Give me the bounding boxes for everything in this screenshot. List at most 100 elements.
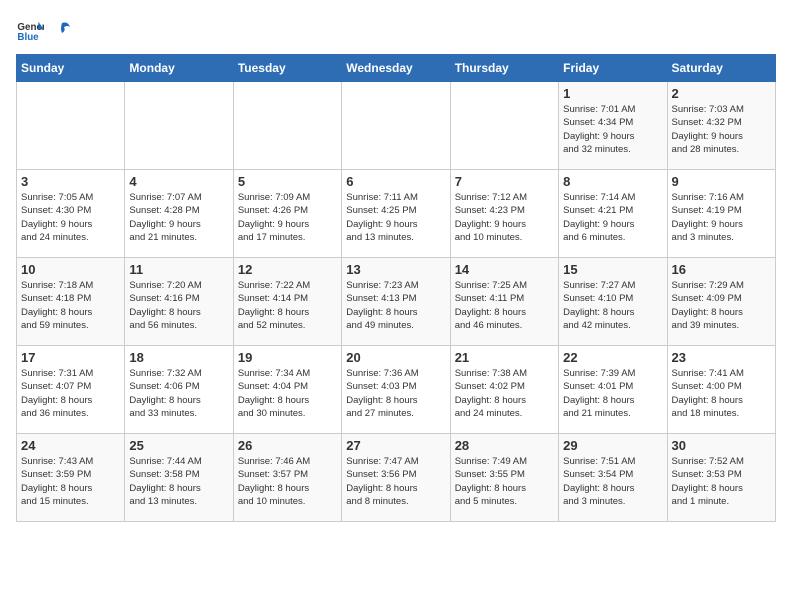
day-number: 8 [563, 174, 662, 189]
day-detail: Sunrise: 7:31 AM Sunset: 4:07 PM Dayligh… [21, 367, 120, 420]
calendar-table: SundayMondayTuesdayWednesdayThursdayFrid… [16, 54, 776, 522]
col-header-friday: Friday [559, 55, 667, 82]
day-number: 27 [346, 438, 445, 453]
day-number: 18 [129, 350, 228, 365]
col-header-sunday: Sunday [17, 55, 125, 82]
day-cell: 8 Sunrise: 7:14 AM Sunset: 4:21 PM Daylig… [559, 170, 667, 258]
day-number: 15 [563, 262, 662, 277]
day-detail: Sunrise: 7:07 AM Sunset: 4:28 PM Dayligh… [129, 191, 228, 244]
day-detail: Sunrise: 7:52 AM Sunset: 3:53 PM Dayligh… [672, 455, 771, 508]
day-number: 5 [238, 174, 337, 189]
day-cell: 25 Sunrise: 7:44 AM Sunset: 3:58 PM Dayli… [125, 434, 233, 522]
day-cell: 3 Sunrise: 7:05 AM Sunset: 4:30 PM Daylig… [17, 170, 125, 258]
day-cell: 15 Sunrise: 7:27 AM Sunset: 4:10 PM Dayli… [559, 258, 667, 346]
day-detail: Sunrise: 7:27 AM Sunset: 4:10 PM Dayligh… [563, 279, 662, 332]
day-cell: 19 Sunrise: 7:34 AM Sunset: 4:04 PM Dayli… [233, 346, 341, 434]
day-cell: 1Sunrise: 7:01 AM Sunset: 4:34 PM Daylig… [559, 82, 667, 170]
day-detail: Sunrise: 7:03 AM Sunset: 4:32 PM Dayligh… [672, 103, 771, 156]
day-number: 9 [672, 174, 771, 189]
col-header-monday: Monday [125, 55, 233, 82]
day-detail: Sunrise: 7:29 AM Sunset: 4:09 PM Dayligh… [672, 279, 771, 332]
day-number: 21 [455, 350, 554, 365]
day-cell: 4 Sunrise: 7:07 AM Sunset: 4:28 PM Daylig… [125, 170, 233, 258]
day-detail: Sunrise: 7:01 AM Sunset: 4:34 PM Dayligh… [563, 103, 662, 156]
header: General Blue [16, 16, 776, 44]
day-cell [125, 82, 233, 170]
day-number: 24 [21, 438, 120, 453]
day-cell: 21Sunrise: 7:38 AM Sunset: 4:02 PM Dayli… [450, 346, 558, 434]
day-number: 6 [346, 174, 445, 189]
week-row-1: 1Sunrise: 7:01 AM Sunset: 4:34 PM Daylig… [17, 82, 776, 170]
day-cell [233, 82, 341, 170]
day-number: 11 [129, 262, 228, 277]
day-number: 20 [346, 350, 445, 365]
day-cell [17, 82, 125, 170]
day-number: 4 [129, 174, 228, 189]
day-detail: Sunrise: 7:20 AM Sunset: 4:16 PM Dayligh… [129, 279, 228, 332]
header-row: SundayMondayTuesdayWednesdayThursdayFrid… [17, 55, 776, 82]
day-detail: Sunrise: 7:05 AM Sunset: 4:30 PM Dayligh… [21, 191, 120, 244]
day-number: 7 [455, 174, 554, 189]
week-row-3: 10 Sunrise: 7:18 AM Sunset: 4:18 PM Dayli… [17, 258, 776, 346]
day-number: 13 [346, 262, 445, 277]
day-detail: Sunrise: 7:39 AM Sunset: 4:01 PM Dayligh… [563, 367, 662, 420]
day-number: 3 [21, 174, 120, 189]
day-cell [450, 82, 558, 170]
day-detail: Sunrise: 7:25 AM Sunset: 4:11 PM Dayligh… [455, 279, 554, 332]
day-cell: 20 Sunrise: 7:36 AM Sunset: 4:03 PM Dayli… [342, 346, 450, 434]
day-number: 28 [455, 438, 554, 453]
day-detail: Sunrise: 7:23 AM Sunset: 4:13 PM Dayligh… [346, 279, 445, 332]
day-cell: 13 Sunrise: 7:23 AM Sunset: 4:13 PM Dayli… [342, 258, 450, 346]
day-cell: 5 Sunrise: 7:09 AM Sunset: 4:26 PM Daylig… [233, 170, 341, 258]
day-cell: 7 Sunrise: 7:12 AM Sunset: 4:23 PM Daylig… [450, 170, 558, 258]
day-number: 16 [672, 262, 771, 277]
day-cell: 26 Sunrise: 7:46 AM Sunset: 3:57 PM Dayli… [233, 434, 341, 522]
day-detail: Sunrise: 7:11 AM Sunset: 4:25 PM Dayligh… [346, 191, 445, 244]
day-cell: 9 Sunrise: 7:16 AM Sunset: 4:19 PM Daylig… [667, 170, 775, 258]
day-cell: 24 Sunrise: 7:43 AM Sunset: 3:59 PM Dayli… [17, 434, 125, 522]
day-cell: 14 Sunrise: 7:25 AM Sunset: 4:11 PM Dayli… [450, 258, 558, 346]
day-detail: Sunrise: 7:43 AM Sunset: 3:59 PM Dayligh… [21, 455, 120, 508]
day-cell: 29Sunrise: 7:51 AM Sunset: 3:54 PM Dayli… [559, 434, 667, 522]
day-detail: Sunrise: 7:18 AM Sunset: 4:18 PM Dayligh… [21, 279, 120, 332]
day-detail: Sunrise: 7:44 AM Sunset: 3:58 PM Dayligh… [129, 455, 228, 508]
day-cell: 6 Sunrise: 7:11 AM Sunset: 4:25 PM Daylig… [342, 170, 450, 258]
logo: General Blue [16, 16, 72, 44]
col-header-wednesday: Wednesday [342, 55, 450, 82]
day-detail: Sunrise: 7:46 AM Sunset: 3:57 PM Dayligh… [238, 455, 337, 508]
day-detail: Sunrise: 7:12 AM Sunset: 4:23 PM Dayligh… [455, 191, 554, 244]
day-cell: 2 Sunrise: 7:03 AM Sunset: 4:32 PM Daylig… [667, 82, 775, 170]
day-cell: 18Sunrise: 7:32 AM Sunset: 4:06 PM Dayli… [125, 346, 233, 434]
day-cell: 12Sunrise: 7:22 AM Sunset: 4:14 PM Dayli… [233, 258, 341, 346]
day-detail: Sunrise: 7:47 AM Sunset: 3:56 PM Dayligh… [346, 455, 445, 508]
week-row-2: 3 Sunrise: 7:05 AM Sunset: 4:30 PM Daylig… [17, 170, 776, 258]
day-cell [342, 82, 450, 170]
day-number: 2 [672, 86, 771, 101]
week-row-5: 24 Sunrise: 7:43 AM Sunset: 3:59 PM Dayli… [17, 434, 776, 522]
week-row-4: 17 Sunrise: 7:31 AM Sunset: 4:07 PM Dayli… [17, 346, 776, 434]
logo-bird-icon [50, 19, 72, 41]
day-cell: 16 Sunrise: 7:29 AM Sunset: 4:09 PM Dayli… [667, 258, 775, 346]
day-number: 22 [563, 350, 662, 365]
day-cell: 30 Sunrise: 7:52 AM Sunset: 3:53 PM Dayli… [667, 434, 775, 522]
day-cell: 10 Sunrise: 7:18 AM Sunset: 4:18 PM Dayli… [17, 258, 125, 346]
day-number: 17 [21, 350, 120, 365]
day-number: 14 [455, 262, 554, 277]
day-detail: Sunrise: 7:14 AM Sunset: 4:21 PM Dayligh… [563, 191, 662, 244]
day-number: 30 [672, 438, 771, 453]
day-number: 10 [21, 262, 120, 277]
col-header-thursday: Thursday [450, 55, 558, 82]
day-number: 26 [238, 438, 337, 453]
day-detail: Sunrise: 7:09 AM Sunset: 4:26 PM Dayligh… [238, 191, 337, 244]
day-detail: Sunrise: 7:36 AM Sunset: 4:03 PM Dayligh… [346, 367, 445, 420]
logo-icon: General Blue [16, 16, 44, 44]
day-cell: 28Sunrise: 7:49 AM Sunset: 3:55 PM Dayli… [450, 434, 558, 522]
day-number: 23 [672, 350, 771, 365]
col-header-tuesday: Tuesday [233, 55, 341, 82]
day-number: 25 [129, 438, 228, 453]
day-detail: Sunrise: 7:34 AM Sunset: 4:04 PM Dayligh… [238, 367, 337, 420]
day-number: 19 [238, 350, 337, 365]
day-cell: 11 Sunrise: 7:20 AM Sunset: 4:16 PM Dayli… [125, 258, 233, 346]
day-detail: Sunrise: 7:16 AM Sunset: 4:19 PM Dayligh… [672, 191, 771, 244]
col-header-saturday: Saturday [667, 55, 775, 82]
